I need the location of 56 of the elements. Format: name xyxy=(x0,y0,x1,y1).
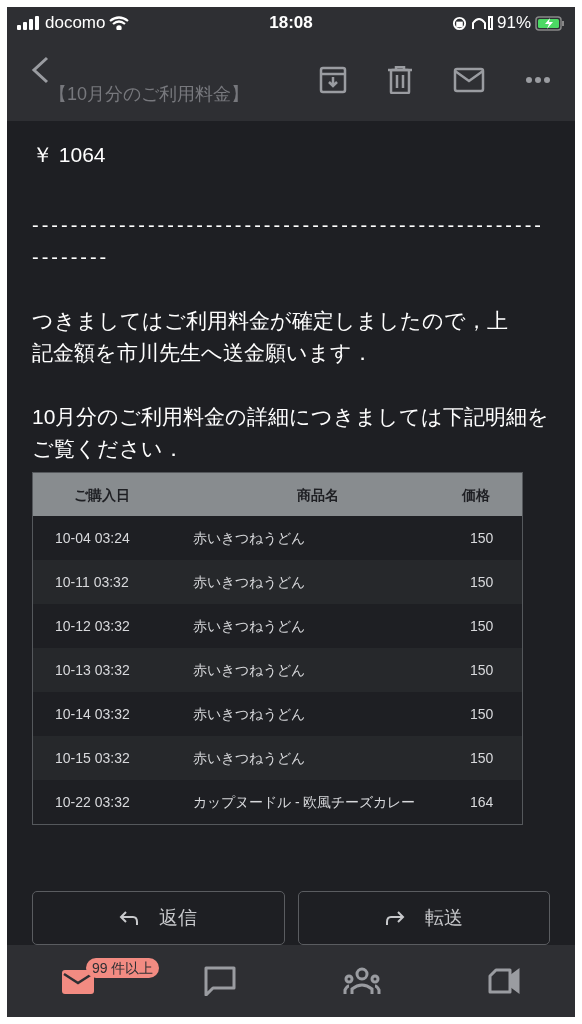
table-cell-text: 赤いきつねうどん xyxy=(193,749,306,769)
column-header: 価格 xyxy=(462,485,491,505)
table-cell-text: 赤いきつねうどん xyxy=(193,529,306,549)
envelope-icon xyxy=(453,67,485,94)
trash-icon xyxy=(387,66,413,95)
table-cell-text: 赤いきつねうどん xyxy=(193,617,306,637)
table-cell-text: 150 xyxy=(470,661,495,681)
reply-button[interactable]: 返信 xyxy=(32,891,285,946)
table-cell-text: 164 xyxy=(470,793,495,813)
table-cell-text: 10-04 03:24 xyxy=(54,529,131,549)
people-icon xyxy=(343,967,381,996)
message-paragraph: 10月分のご利用料金の詳細につきましては下記明細をご覧ください． xyxy=(32,404,550,463)
table-cell-text: カップヌードル - 欧風チーズカレー xyxy=(193,793,417,813)
table-cell-text: 赤いきつねうどん xyxy=(193,573,306,593)
mark-unread-button[interactable] xyxy=(453,67,485,94)
back-button[interactable] xyxy=(31,56,49,85)
forward-icon xyxy=(384,910,405,927)
chat-icon xyxy=(204,966,236,997)
message-paragraph: つきましてはご利用料金が確定しましたので，上記金額を市川先生へ送金願います． xyxy=(32,308,509,367)
clock-time: 18:08 xyxy=(268,12,314,35)
separator-line: ------------------------------------------------------------- xyxy=(32,213,545,271)
rotation-lock-icon xyxy=(451,15,467,31)
email-subject: 【10月分のご利用料金】 xyxy=(49,83,250,105)
wifi-icon xyxy=(109,16,130,30)
table-cell-text: 150 xyxy=(470,617,495,637)
column-header: ご購入日 xyxy=(73,485,131,505)
video-camera-icon xyxy=(488,968,520,995)
table-cell-text: 赤いきつねうどん xyxy=(193,661,306,681)
table-cell-text: 150 xyxy=(470,705,495,725)
battery-charging-icon xyxy=(535,15,565,31)
chevron-left-icon xyxy=(31,56,49,85)
forward-button[interactable]: 転送 xyxy=(297,891,550,946)
column-header: 商品名 xyxy=(295,485,340,505)
mail-icon xyxy=(62,968,94,995)
table-cell-text: 10-13 03:32 xyxy=(54,661,131,681)
table-cell-text: 150 xyxy=(470,573,495,593)
headphones-icon xyxy=(470,15,493,31)
count-badge: 99 件以上 xyxy=(86,958,160,979)
delete-button[interactable] xyxy=(387,66,413,95)
table-cell-text: 150 xyxy=(470,529,495,549)
more-icon xyxy=(525,76,551,85)
table-cell-text: 10-15 03:32 xyxy=(54,749,131,769)
carrier-name: docomo xyxy=(45,12,106,35)
battery-percent: 91% xyxy=(496,12,531,35)
archive-button[interactable] xyxy=(319,66,347,95)
more-button[interactable] xyxy=(525,76,551,85)
signal-icon xyxy=(17,16,41,30)
amount-text: ￥ 1064 xyxy=(32,142,106,169)
table-cell-text: 10-22 03:32 xyxy=(54,793,131,813)
table-cell-text: 150 xyxy=(470,749,495,769)
table-cell-text: 10-14 03:32 xyxy=(54,705,131,725)
table-cell-text: 赤いきつねうどん xyxy=(193,705,306,725)
table-cell-text: 10-11 03:32 xyxy=(54,573,130,593)
table-cell-text: 10-12 03:32 xyxy=(54,617,131,637)
reply-icon xyxy=(119,910,140,927)
archive-icon xyxy=(319,66,347,95)
